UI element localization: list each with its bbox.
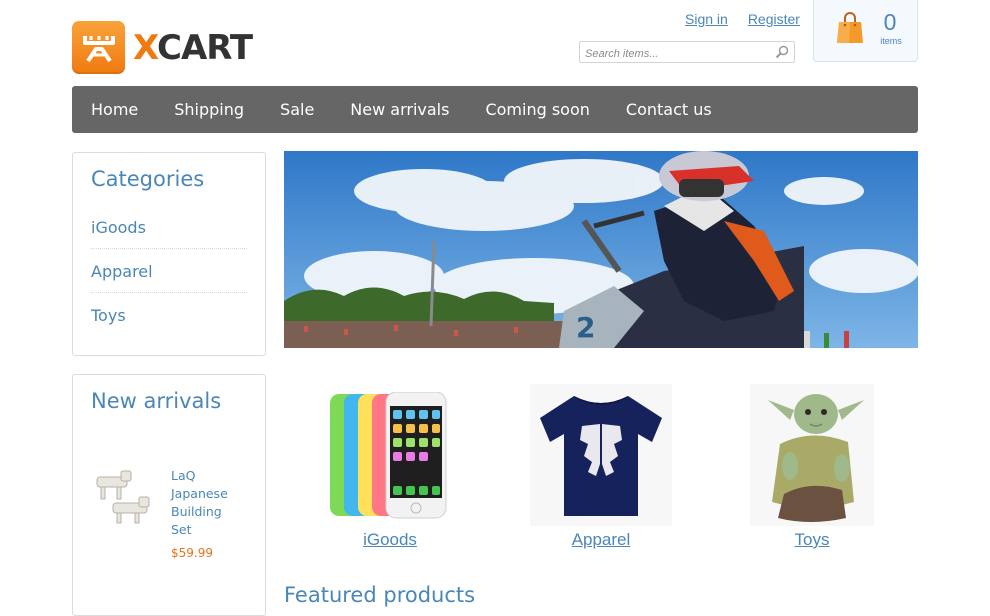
- product-name-link[interactable]: LaQ Japanese Building Set: [171, 467, 245, 539]
- product-price: $59.99: [171, 546, 213, 560]
- search-icon[interactable]: [775, 44, 789, 63]
- category-item-apparel[interactable]: Apparel: [91, 249, 247, 293]
- category-tile-toys-link[interactable]: Toys: [712, 530, 912, 550]
- categories-box: Categories iGoods Apparel Toys: [72, 152, 266, 356]
- search-box: [579, 41, 795, 63]
- product-thumbnail[interactable]: [91, 463, 157, 529]
- cart-count: 0: [883, 9, 897, 35]
- new-arrivals-title: New arrivals: [91, 389, 222, 413]
- category-tile-igoods-link[interactable]: iGoods: [290, 530, 490, 550]
- account-links: Sign in Register: [685, 11, 800, 27]
- yoda-toy-image[interactable]: [750, 384, 874, 530]
- mini-cart[interactable]: 0 items: [813, 0, 918, 62]
- search-input[interactable]: [580, 45, 770, 63]
- nav-home[interactable]: Home: [91, 100, 138, 119]
- svg-text:2: 2: [576, 311, 595, 344]
- iphone-image[interactable]: [330, 391, 448, 524]
- shopping-bag-icon: [836, 11, 864, 49]
- category-tile-apparel-link[interactable]: Apparel: [501, 530, 701, 550]
- cart-items-label: items: [880, 36, 902, 46]
- nav-new-arrivals[interactable]: New arrivals: [350, 100, 449, 119]
- sign-in-link[interactable]: Sign in: [685, 11, 728, 27]
- site-logo[interactable]: XCART: [72, 21, 253, 74]
- featured-products-heading: Featured products: [284, 583, 476, 607]
- category-item-igoods[interactable]: iGoods: [91, 205, 247, 249]
- register-link[interactable]: Register: [748, 11, 800, 27]
- category-list: iGoods Apparel Toys: [91, 205, 247, 336]
- tshirt-image[interactable]: [530, 384, 672, 530]
- nav-shipping[interactable]: Shipping: [174, 100, 244, 119]
- xcart-logo-icon: [72, 21, 125, 74]
- nav-coming-soon[interactable]: Coming soon: [485, 100, 589, 119]
- category-item-toys[interactable]: Toys: [91, 293, 247, 336]
- nav-sale[interactable]: Sale: [280, 100, 314, 119]
- new-arrivals-box: New arrivals LaQ Japanese Building Set $…: [72, 374, 266, 616]
- categories-title: Categories: [91, 167, 205, 191]
- main-nav: Home Shipping Sale New arrivals Coming s…: [72, 86, 918, 133]
- hero-banner-image[interactable]: 2: [284, 151, 918, 348]
- nav-contact-us[interactable]: Contact us: [626, 100, 712, 119]
- logo-wordmark: XCART: [133, 27, 253, 68]
